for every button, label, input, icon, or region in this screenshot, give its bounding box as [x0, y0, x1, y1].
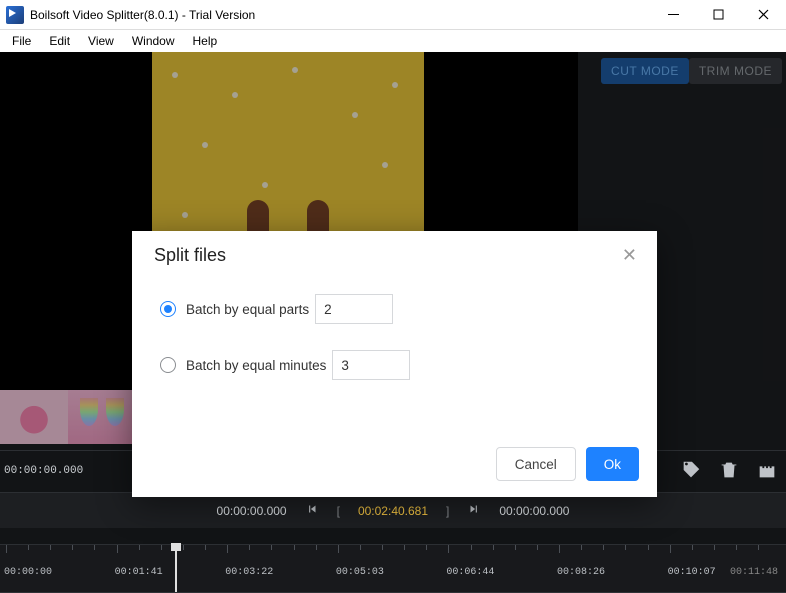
dialog-title: Split files: [154, 245, 226, 266]
menu-help[interactable]: Help: [185, 32, 226, 50]
ruler-label: 00:10:07: [668, 567, 716, 578]
total-duration: 00:11:48: [730, 567, 778, 578]
ruler-label: 00:06:44: [446, 567, 494, 578]
bracket-close: ]: [446, 504, 449, 518]
input-equal-minutes[interactable]: 3: [332, 350, 410, 380]
radio-equal-minutes[interactable]: [160, 357, 176, 373]
ruler-label: 00:01:41: [115, 567, 163, 578]
thumbnail[interactable]: [68, 390, 136, 444]
cut-mode-button[interactable]: CUT MODE: [601, 58, 689, 84]
bracket-open: [: [337, 504, 340, 518]
cancel-button[interactable]: Cancel: [496, 447, 576, 481]
menubar: File Edit View Window Help: [0, 30, 786, 52]
ruler-label: 00:08:26: [557, 567, 605, 578]
tag-icon[interactable]: [680, 459, 702, 486]
window-title: Boilsoft Video Splitter(8.0.1) - Trial V…: [30, 8, 255, 22]
castle-icon[interactable]: [756, 459, 778, 486]
workspace: CUT MODE TRIM MODE 00:00:00.000 00:11:47…: [0, 52, 786, 544]
trash-icon[interactable]: [718, 459, 740, 486]
label-equal-minutes: Batch by equal minutes: [186, 358, 326, 373]
time-bar: 00:00:00.000 [ 00:02:40.681 ] 00:00:00.0…: [0, 492, 786, 528]
next-keyframe-icon[interactable]: [467, 502, 481, 519]
minimize-button[interactable]: [651, 0, 696, 30]
scrub-start-time: 00:00:00.000: [4, 465, 83, 477]
ok-button[interactable]: Ok: [586, 447, 639, 481]
close-button[interactable]: [741, 0, 786, 30]
app-icon: [6, 6, 24, 24]
menu-view[interactable]: View: [80, 32, 122, 50]
input-equal-parts[interactable]: 2: [315, 294, 393, 324]
maximize-button[interactable]: [696, 0, 741, 30]
ruler-label: 00:03:22: [225, 567, 273, 578]
menu-file[interactable]: File: [4, 32, 39, 50]
menu-window[interactable]: Window: [124, 32, 183, 50]
titlebar: Boilsoft Video Splitter(8.0.1) - Trial V…: [0, 0, 786, 30]
mode-panel: CUT MODE TRIM MODE: [601, 58, 782, 84]
thumbnail[interactable]: [0, 390, 68, 444]
prev-keyframe-icon[interactable]: [305, 502, 319, 519]
ruler-label: 00:00:00: [4, 567, 52, 578]
split-files-dialog: Split files ✕ Batch by equal parts 2 Bat…: [132, 231, 657, 497]
playhead[interactable]: [175, 545, 177, 592]
thumbnail-strip: [0, 390, 136, 444]
range-end: 00:00:00.000: [499, 504, 569, 518]
current-time: 00:02:40.681: [358, 504, 428, 518]
label-equal-parts: Batch by equal parts: [186, 302, 309, 317]
trim-mode-button[interactable]: TRIM MODE: [689, 58, 782, 84]
ruler-label: 00:05:03: [336, 567, 384, 578]
timeline-ruler[interactable]: 00:00:00 00:01:41 00:03:22 00:05:03 00:06:44…: [0, 544, 786, 592]
menu-edit[interactable]: Edit: [41, 32, 78, 50]
radio-equal-parts[interactable]: [160, 301, 176, 317]
dialog-close-button[interactable]: ✕: [622, 245, 637, 266]
range-start: 00:00:00.000: [217, 504, 287, 518]
